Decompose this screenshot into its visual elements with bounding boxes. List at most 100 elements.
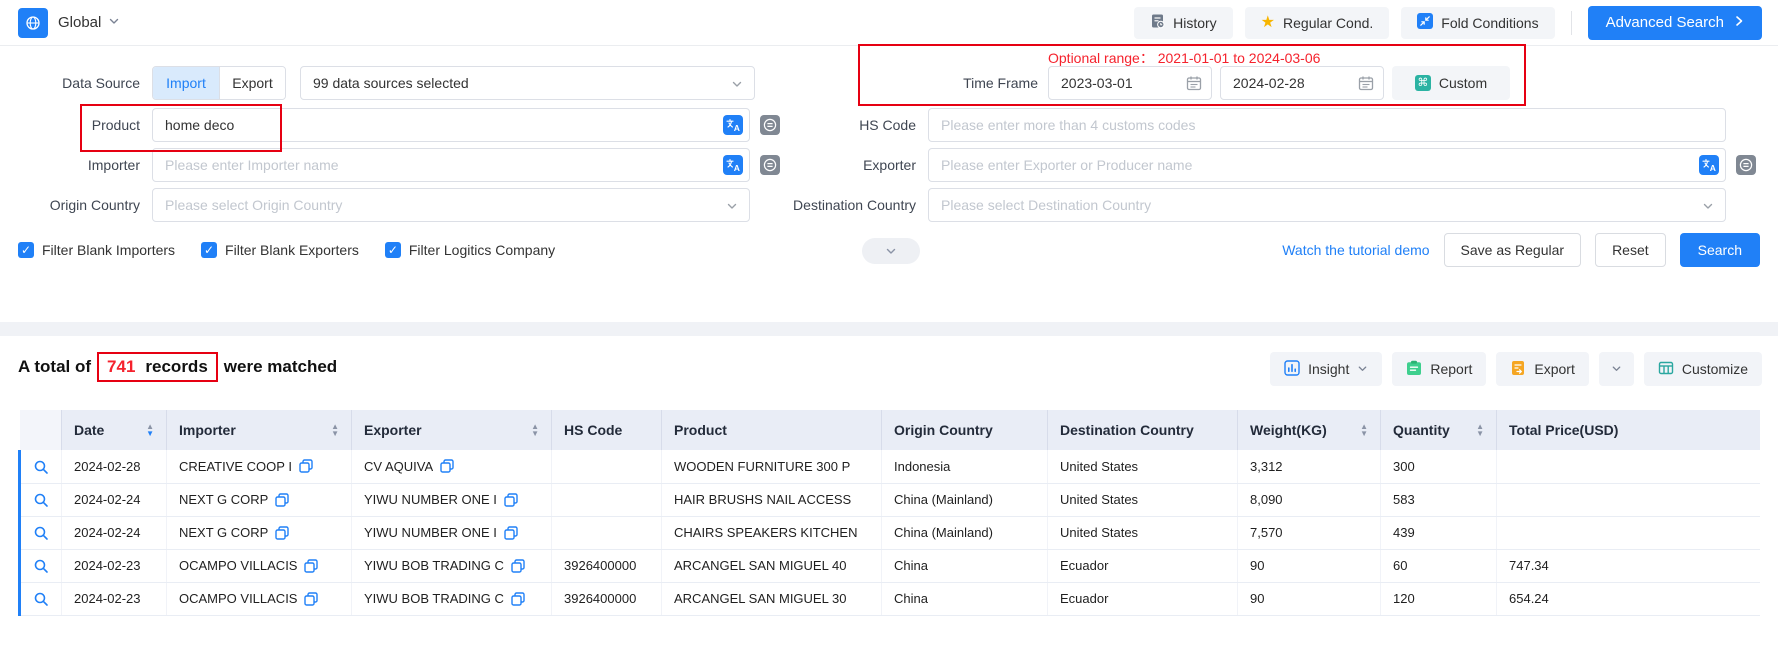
- cell-date: 2024-02-24: [62, 516, 167, 549]
- cell-importer[interactable]: NEXT G CORP: [167, 483, 352, 516]
- cell-importer[interactable]: OCAMPO VILLACIS: [167, 582, 352, 615]
- cell-importer[interactable]: CREATIVE COOP I: [167, 450, 352, 483]
- customize-button[interactable]: Customize: [1644, 352, 1762, 386]
- copy-icon[interactable]: [275, 526, 289, 540]
- translate-icon[interactable]: A: [723, 155, 743, 180]
- cell-hs-code: [552, 516, 662, 549]
- magnifier-icon[interactable]: [33, 591, 49, 607]
- origin-country-input[interactable]: [152, 188, 750, 222]
- custom-range-button[interactable]: Custom: [1392, 66, 1510, 100]
- sort-desc-icon[interactable]: [1360, 430, 1368, 437]
- history-button[interactable]: History: [1134, 7, 1233, 39]
- checkbox-checked-icon: [201, 242, 217, 258]
- date-start-field[interactable]: [1048, 66, 1212, 100]
- column-header[interactable]: Importer: [167, 410, 352, 450]
- report-button[interactable]: Report: [1392, 352, 1486, 386]
- column-header-label: Destination Country: [1060, 422, 1194, 438]
- copy-icon[interactable]: [440, 459, 454, 473]
- sort-control[interactable]: [1476, 423, 1484, 437]
- sort-desc-icon[interactable]: [146, 430, 154, 437]
- cell-exporter[interactable]: YIWU BOB TRADING C: [352, 582, 552, 615]
- search-button[interactable]: Search: [1680, 233, 1760, 267]
- translate-icon[interactable]: A: [1699, 155, 1719, 180]
- copy-icon[interactable]: [299, 459, 313, 473]
- table-row[interactable]: 2024-02-23 OCAMPO VILLACIS YIWU BOB TRAD…: [20, 549, 1761, 582]
- column-header-label: HS Code: [564, 422, 622, 438]
- collapse-conditions-button[interactable]: [862, 238, 920, 264]
- insight-button[interactable]: Insight: [1270, 352, 1382, 386]
- table-row[interactable]: 2024-02-24 NEXT G CORP YIWU NUMBER ONE I…: [20, 516, 1761, 549]
- fold-conditions-button[interactable]: Fold Conditions: [1401, 7, 1554, 39]
- column-header-label: Date: [74, 422, 104, 438]
- checkbox-filter-logitics-company[interactable]: Filter Logitics Company: [385, 242, 555, 258]
- sort-desc-icon[interactable]: [331, 430, 339, 437]
- cell-exporter[interactable]: CV AQUIVA: [352, 450, 552, 483]
- importer-input[interactable]: [152, 148, 750, 182]
- cell-product: ARCANGEL SAN MIGUEL 30: [662, 582, 882, 615]
- product-input[interactable]: [152, 108, 750, 142]
- column-header[interactable]: Date: [62, 410, 167, 450]
- save-as-regular-button[interactable]: Save as Regular: [1444, 233, 1582, 267]
- origin-country-select[interactable]: [152, 188, 750, 222]
- sort-desc-icon[interactable]: [531, 430, 539, 437]
- export-button[interactable]: Export: [1496, 352, 1588, 386]
- table-row[interactable]: 2024-02-28 CREATIVE COOP I CV AQUIVA WOO…: [20, 450, 1761, 483]
- magnifier-icon[interactable]: [33, 525, 49, 541]
- copy-icon[interactable]: [504, 526, 518, 540]
- export-tab[interactable]: Export: [219, 67, 285, 99]
- checkbox-filter-blank-exporters[interactable]: Filter Blank Exporters: [201, 242, 359, 258]
- cell-exporter[interactable]: YIWU NUMBER ONE I: [352, 483, 552, 516]
- copy-icon[interactable]: [511, 592, 525, 606]
- product-field[interactable]: A: [152, 108, 750, 142]
- sort-control[interactable]: [146, 423, 154, 437]
- sort-control[interactable]: [531, 423, 539, 437]
- copy-icon[interactable]: [504, 493, 518, 507]
- column-header[interactable]: Weight(KG): [1238, 410, 1381, 450]
- reset-button[interactable]: Reset: [1595, 233, 1666, 267]
- match-mode-icon[interactable]: [1736, 155, 1756, 180]
- cell-exporter[interactable]: YIWU BOB TRADING C: [352, 549, 552, 582]
- magnifier-icon[interactable]: [33, 558, 49, 574]
- advanced-search-button[interactable]: Advanced Search: [1588, 6, 1762, 40]
- destination-country-select[interactable]: [928, 188, 1726, 222]
- tutorial-demo-link[interactable]: Watch the tutorial demo: [1282, 242, 1429, 258]
- exporter-input[interactable]: [928, 148, 1726, 182]
- checkbox-filter-blank-importers[interactable]: Filter Blank Importers: [18, 242, 175, 258]
- chevron-down-icon: [1357, 361, 1368, 377]
- translate-icon[interactable]: A: [723, 115, 743, 140]
- export-options-button[interactable]: [1599, 352, 1634, 386]
- date-end-field[interactable]: [1220, 66, 1384, 100]
- column-header[interactable]: Exporter: [352, 410, 552, 450]
- destination-country-input[interactable]: [928, 188, 1726, 222]
- table-row[interactable]: 2024-02-24 NEXT G CORP YIWU NUMBER ONE I…: [20, 483, 1761, 516]
- sort-control[interactable]: [1360, 423, 1368, 437]
- magnifier-icon[interactable]: [33, 492, 49, 508]
- table-row[interactable]: 2024-02-23 OCAMPO VILLACIS YIWU BOB TRAD…: [20, 582, 1761, 615]
- sort-control[interactable]: [331, 423, 339, 437]
- sort-desc-icon[interactable]: [1476, 430, 1484, 437]
- region-selector[interactable]: Global: [58, 14, 120, 32]
- report-label: Report: [1430, 361, 1472, 377]
- cell-importer[interactable]: NEXT G CORP: [167, 516, 352, 549]
- import-tab[interactable]: Import: [153, 67, 219, 99]
- copy-icon[interactable]: [304, 592, 318, 606]
- data-source-toggle: Import Export: [152, 66, 286, 100]
- cell-destination-country: Ecuador: [1048, 582, 1238, 615]
- exporter-field[interactable]: A: [928, 148, 1726, 182]
- regular-cond-button[interactable]: Regular Cond.: [1245, 7, 1390, 39]
- column-header[interactable]: Quantity: [1381, 410, 1497, 450]
- column-header: Destination Country: [1048, 410, 1238, 450]
- hs-code-input[interactable]: [928, 108, 1726, 142]
- data-sources-select[interactable]: [300, 66, 755, 100]
- data-sources-value[interactable]: [300, 66, 755, 100]
- copy-icon[interactable]: [304, 559, 318, 573]
- hs-code-label: HS Code: [776, 108, 916, 142]
- globe-logo-icon[interactable]: [18, 8, 48, 38]
- cell-exporter[interactable]: YIWU NUMBER ONE I: [352, 516, 552, 549]
- copy-icon[interactable]: [511, 559, 525, 573]
- importer-field[interactable]: A: [152, 148, 750, 182]
- magnifier-icon[interactable]: [33, 459, 49, 475]
- copy-icon[interactable]: [275, 493, 289, 507]
- hs-code-field[interactable]: [928, 108, 1726, 142]
- cell-importer[interactable]: OCAMPO VILLACIS: [167, 549, 352, 582]
